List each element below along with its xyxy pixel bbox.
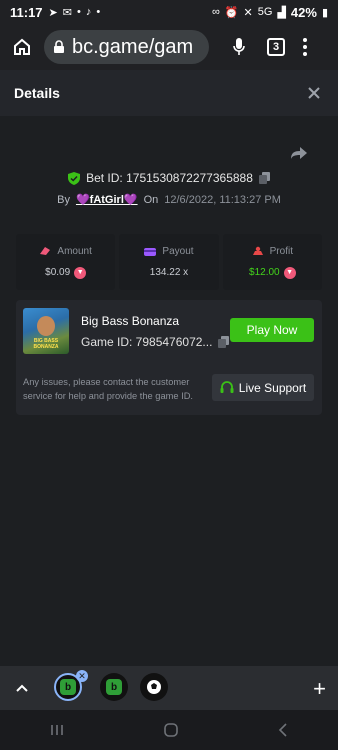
battery-icon: ▮ bbox=[321, 6, 328, 19]
lock-icon bbox=[54, 40, 64, 53]
messenger-icon: ✉ bbox=[62, 6, 72, 19]
copy-icon[interactable] bbox=[258, 172, 270, 184]
system-nav-bar bbox=[0, 710, 338, 750]
url-text: bc.game/gam bbox=[72, 35, 194, 58]
game-info-card: BIG BASS BONANZA Big Bass Bonanza Game I… bbox=[16, 300, 322, 415]
mute-icon: ✕ bbox=[243, 6, 253, 19]
tab-switcher-button[interactable]: 3 bbox=[267, 38, 285, 56]
bet-date: 12/6/2022, 11:13:27 PM bbox=[164, 193, 281, 206]
new-tab-button[interactable]: + bbox=[313, 676, 326, 702]
stat-amount: Amount $0.09 ▼ bbox=[16, 234, 116, 290]
home-nav-icon[interactable] bbox=[163, 722, 179, 738]
live-support-button[interactable]: Live Support bbox=[212, 374, 314, 401]
stat-profit: Profit $12.00 ▼ bbox=[222, 234, 322, 290]
tiktok-icon: ♪ bbox=[85, 6, 92, 18]
profit-label: Profit bbox=[269, 245, 293, 257]
by-label: By bbox=[57, 193, 70, 206]
play-now-button[interactable]: Play Now bbox=[230, 318, 314, 342]
on-label: On bbox=[143, 193, 159, 206]
tab-group-strip: b ✕ b + bbox=[0, 666, 338, 710]
bet-id-row: Bet ID: 1751530872277365888 bbox=[0, 171, 338, 185]
battery-label: 42% bbox=[290, 4, 317, 20]
telegram-icon: ➤ bbox=[48, 6, 58, 19]
address-bar[interactable]: bc.game/gam bbox=[44, 30, 209, 64]
bet-details-panel: Bet ID: 1751530872277365888 By 💜fAtGirl💜… bbox=[0, 116, 338, 666]
recent-apps-icon[interactable] bbox=[49, 723, 65, 737]
alarm-icon: ⏰ bbox=[224, 6, 239, 19]
tab-thumbnail-3[interactable] bbox=[140, 673, 168, 701]
details-title: Details bbox=[14, 85, 60, 101]
stat-payout: Payout 134.22 x bbox=[119, 234, 219, 290]
player-username-link[interactable]: 💜fAtGirl💜 bbox=[76, 193, 138, 206]
headset-icon bbox=[220, 381, 234, 393]
link-icon: ∞ bbox=[211, 6, 220, 18]
bet-stats: Amount $0.09 ▼ Payout 134.22 x Profit $1… bbox=[16, 234, 322, 290]
signal-icon: ▟ bbox=[277, 6, 286, 19]
verified-shield-icon bbox=[68, 171, 81, 185]
chevron-up-icon[interactable] bbox=[14, 683, 30, 693]
amount-value: $0.09 bbox=[45, 267, 71, 278]
share-icon bbox=[291, 147, 307, 159]
soccer-ball-icon bbox=[147, 680, 161, 694]
browser-menu-button[interactable] bbox=[303, 38, 307, 56]
game-thumbnail-text: BIG BASS BONANZA bbox=[33, 338, 59, 350]
profit-value: $12.00 bbox=[249, 267, 280, 278]
game-id-text: Game ID: 7985476072... bbox=[81, 335, 213, 349]
home-button[interactable] bbox=[8, 33, 36, 61]
close-tab-icon[interactable]: ✕ bbox=[76, 670, 88, 682]
home-icon bbox=[14, 38, 30, 55]
close-button[interactable] bbox=[304, 83, 324, 103]
profit-icon bbox=[252, 246, 263, 255]
bet-author-row: By 💜fAtGirl💜 On 12/6/2022, 11:13:27 PM bbox=[0, 193, 338, 207]
browser-toolbar: bc.game/gam 3 bbox=[0, 24, 338, 70]
payout-value: 134.22 x bbox=[149, 267, 189, 278]
game-name: Big Bass Bonanza bbox=[81, 314, 180, 328]
details-header: Details bbox=[0, 70, 338, 116]
coin-icon: ▼ bbox=[283, 266, 296, 279]
amount-icon bbox=[40, 247, 51, 255]
dot-icon: • bbox=[96, 6, 101, 18]
back-icon[interactable] bbox=[277, 723, 289, 737]
share-button[interactable] bbox=[290, 146, 308, 165]
live-support-label: Live Support bbox=[238, 380, 307, 395]
status-bar: 11:17 ➤ ✉ • ♪ • ∞ ⏰ ✕ 5G ▟ 42% ▮ bbox=[0, 0, 338, 24]
mic-icon bbox=[233, 38, 245, 55]
tab-thumbnail-2[interactable]: b bbox=[100, 673, 128, 701]
close-icon bbox=[308, 87, 320, 99]
voice-search-button[interactable] bbox=[227, 37, 251, 57]
bet-id-text: Bet ID: 1751530872277365888 bbox=[86, 171, 253, 185]
payout-icon bbox=[144, 247, 157, 256]
dot-icon: • bbox=[76, 6, 81, 18]
network-label: 5G bbox=[257, 6, 273, 18]
notification-icons: ➤ ✉ • ♪ • bbox=[49, 6, 101, 19]
payout-label: Payout bbox=[162, 246, 194, 257]
game-id-row: Game ID: 7985476072... bbox=[81, 335, 230, 349]
support-info-text: Any issues, please contact the customer … bbox=[23, 377, 194, 401]
copy-icon[interactable] bbox=[218, 336, 230, 348]
game-thumbnail[interactable]: BIG BASS BONANZA bbox=[23, 308, 69, 354]
status-time: 11:17 bbox=[10, 4, 43, 20]
amount-label: Amount bbox=[57, 245, 92, 257]
coin-icon: ▼ bbox=[74, 266, 87, 279]
